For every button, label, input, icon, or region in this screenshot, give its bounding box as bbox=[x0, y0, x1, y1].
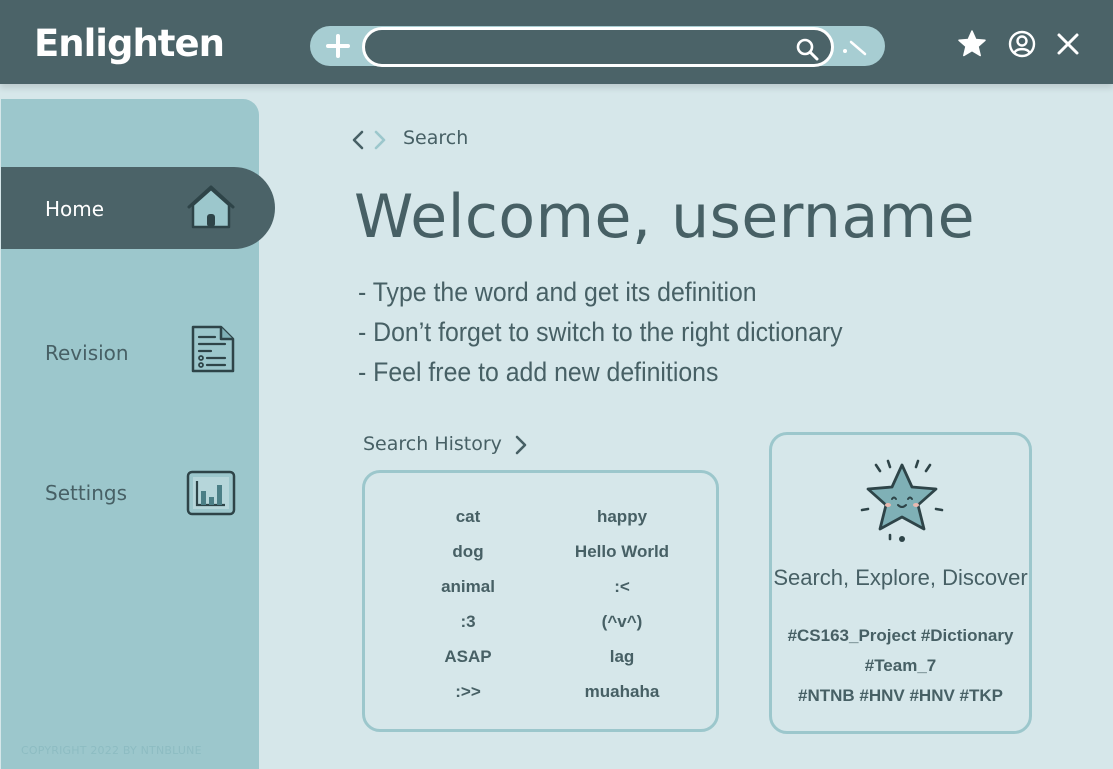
sidebar-item-label: Home bbox=[45, 197, 105, 221]
user-icon[interactable] bbox=[1007, 29, 1037, 59]
history-item[interactable]: animal bbox=[383, 577, 553, 612]
hashtag-line: #NTNB #HNV #HNV #TKP bbox=[798, 686, 1003, 705]
close-icon[interactable] bbox=[1053, 29, 1083, 59]
promo-hashtags: #CS163_Project #Dictionary #Team_7 #NTNB… bbox=[772, 621, 1029, 711]
chevron-right-icon[interactable] bbox=[372, 129, 388, 151]
history-item[interactable]: lag bbox=[537, 647, 707, 682]
tips-list: - Type the word and get its definition -… bbox=[358, 272, 885, 392]
sidebar-item-label: Settings bbox=[45, 481, 128, 505]
sidebar: Home Revision Settings bbox=[1, 99, 275, 769]
app-logo: Enlighten bbox=[34, 22, 225, 65]
history-item[interactable]: cat bbox=[383, 507, 553, 542]
sidebar-item-home[interactable]: Home bbox=[1, 167, 275, 249]
page-title: Welcome, username bbox=[354, 182, 976, 252]
history-item[interactable]: :< bbox=[537, 577, 707, 612]
search-icon[interactable] bbox=[795, 37, 819, 61]
tip-item: - Don’t forget to switch to the right di… bbox=[358, 317, 843, 347]
pen-icon[interactable] bbox=[842, 35, 868, 59]
history-column-left: cat dog animal :3 ASAP :>> bbox=[383, 507, 553, 717]
search-history-panel: cat dog animal :3 ASAP :>> happy Hello W… bbox=[362, 470, 719, 732]
promo-tagline: Search, Explore, Discover bbox=[773, 565, 1028, 590]
search-input[interactable] bbox=[381, 34, 785, 62]
document-icon bbox=[191, 325, 235, 373]
hashtag-line: #Team_7 bbox=[864, 656, 937, 675]
search-bar bbox=[310, 26, 885, 67]
search-field bbox=[362, 27, 834, 67]
chevron-left-icon[interactable] bbox=[350, 129, 366, 151]
tip-item: - Feel free to add new definitions bbox=[358, 357, 719, 387]
star-mascot-icon bbox=[860, 459, 944, 542]
sidebar-item-settings[interactable]: Settings bbox=[1, 451, 275, 533]
history-item[interactable]: :3 bbox=[383, 612, 553, 647]
home-icon bbox=[187, 185, 235, 229]
search-history-link[interactable]: Search History bbox=[363, 433, 502, 455]
breadcrumb-current: Search bbox=[403, 127, 469, 149]
top-bar: Enlighten bbox=[0, 0, 1113, 84]
history-item[interactable]: Hello World bbox=[537, 542, 707, 577]
star-icon[interactable] bbox=[957, 29, 987, 59]
sidebar-item-revision[interactable]: Revision bbox=[1, 311, 275, 393]
promo-card: Search, Explore, Discover #CS163_Project… bbox=[769, 432, 1032, 734]
hashtag-line: #CS163_Project #Dictionary bbox=[787, 626, 1014, 645]
history-item[interactable]: ASAP bbox=[383, 647, 553, 682]
history-item[interactable]: :>> bbox=[383, 682, 553, 717]
history-column-right: happy Hello World :< (^v^) lag muahaha bbox=[537, 507, 707, 717]
history-item[interactable]: happy bbox=[537, 507, 707, 542]
copyright-text: COPYRIGHT 2022 BY NTNBLUNE bbox=[21, 744, 202, 757]
history-item[interactable]: (^v^) bbox=[537, 612, 707, 647]
chevron-right-icon[interactable] bbox=[514, 434, 528, 456]
history-item[interactable]: muahaha bbox=[537, 682, 707, 717]
chart-icon bbox=[186, 470, 236, 516]
tip-item: - Type the word and get its definition bbox=[358, 277, 757, 307]
history-item[interactable]: dog bbox=[383, 542, 553, 577]
sidebar-item-label: Revision bbox=[45, 341, 129, 365]
plus-icon[interactable] bbox=[324, 32, 352, 60]
